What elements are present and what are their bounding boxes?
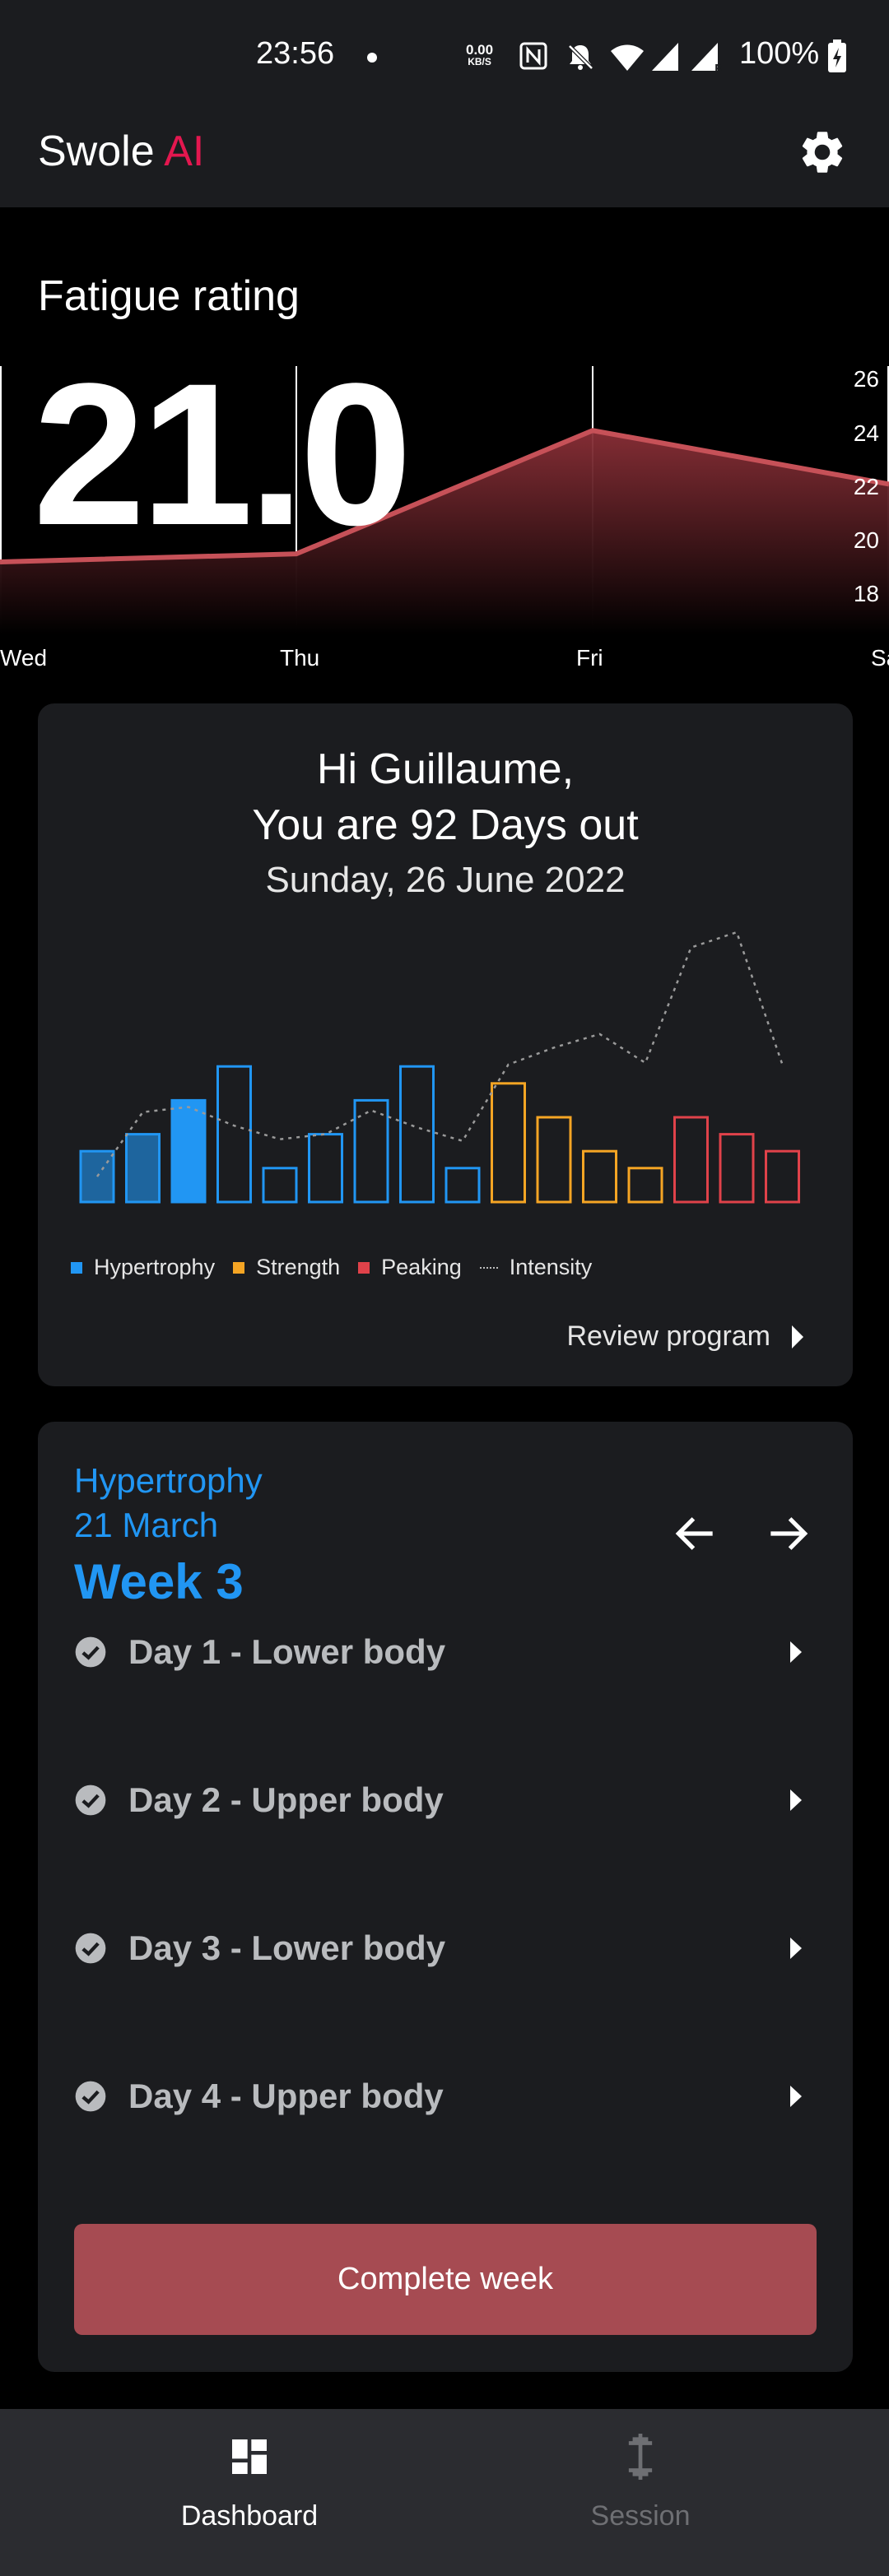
complete-week-button[interactable]: Complete week (74, 2224, 817, 2335)
program-bar-hypertrophy (262, 1167, 298, 1204)
chevron-right-icon (790, 1641, 802, 1663)
check-circle-icon (75, 1636, 106, 1668)
program-bar-hypertrophy (399, 1065, 435, 1204)
days-out-line: You are 92 Days out (252, 801, 639, 849)
fatigue-ytick: 26 (853, 366, 879, 392)
program-bar-hypertrophy (79, 1149, 115, 1204)
program-bar-peaking (719, 1133, 755, 1204)
status-bar: 23:56 0.00 KB/S R 100% (0, 0, 889, 95)
day-row-3[interactable]: Day 3 - Lower body (74, 1911, 815, 1985)
dashboard-icon (232, 2439, 267, 2474)
network-speed: 0.00 KB/S (466, 43, 493, 67)
week-start-date: 21 March (74, 1506, 219, 1544)
day-row-1[interactable]: Day 1 - Lower body (74, 1615, 815, 1689)
program-bar-strength (491, 1082, 526, 1204)
notification-dot-icon (367, 53, 377, 63)
arrow-right-icon[interactable] (762, 1508, 813, 1559)
network-speed-unit: KB/S (468, 56, 491, 67)
legend-peaking: Peaking (358, 1255, 462, 1280)
day-row-4[interactable]: Day 4 - Upper body (74, 2059, 815, 2133)
program-bar-peaking (673, 1116, 709, 1204)
check-circle-icon (75, 2081, 106, 2112)
fatigue-value: 21.0 (33, 341, 412, 568)
program-bar-hypertrophy (308, 1133, 343, 1204)
chevron-right-icon (792, 1325, 803, 1348)
signal-roaming-icon: R (691, 43, 723, 74)
bottom-navigation: Dashboard Session (0, 2409, 889, 2576)
bell-off-icon (568, 44, 593, 70)
fatigue-ytick: 22 (853, 473, 879, 499)
dumbbell-icon (628, 2433, 653, 2481)
wifi-icon (611, 44, 644, 71)
day-label: Day 1 - Lower body (128, 1632, 446, 1671)
app-title: Swole AI (38, 127, 204, 176)
legend-strength: Strength (233, 1255, 340, 1280)
arrow-left-icon[interactable] (670, 1508, 721, 1559)
fatigue-xtick: Thu (280, 645, 320, 671)
chevron-right-icon (790, 1789, 802, 1811)
network-speed-value: 0.00 (466, 42, 494, 58)
app-bar: Swole AI (0, 95, 889, 207)
battery-percent: 100% (739, 36, 820, 71)
svg-text:R: R (714, 63, 723, 74)
fatigue-title: Fatigue rating (38, 272, 300, 320)
program-card: Hi Guillaume, You are 92 Days out Sunday… (38, 703, 853, 1386)
program-bar-strength (627, 1167, 663, 1204)
program-bar-hypertrophy (125, 1133, 161, 1204)
review-program-button[interactable]: Review program (566, 1320, 803, 1353)
program-bar-peaking (765, 1149, 800, 1204)
tab-dashboard-label: Dashboard (180, 2500, 319, 2532)
program-bar-chart (79, 931, 800, 1204)
fatigue-xtick: Wed (0, 645, 48, 671)
week-title: Week 3 (74, 1554, 244, 1609)
program-bar-hypertrophy (170, 1098, 207, 1204)
legend-hypertrophy: Hypertrophy (71, 1255, 215, 1280)
status-time: 23:56 (256, 36, 335, 71)
current-date: Sunday, 26 June 2022 (265, 860, 626, 900)
fatigue-ytick: 18 (853, 581, 879, 607)
tab-dashboard[interactable]: Dashboard (101, 2434, 398, 2532)
program-bar-strength (536, 1116, 572, 1204)
legend-intensity: Intensity (479, 1255, 592, 1280)
review-program-label: Review program (566, 1320, 770, 1352)
phase-name: Hypertrophy (74, 1461, 263, 1500)
tab-session[interactable]: Session (492, 2433, 789, 2532)
signal-icon (652, 43, 678, 71)
day-label: Day 4 - Upper body (128, 2077, 444, 2115)
day-label: Day 3 - Lower body (128, 1929, 446, 1967)
nfc-icon (519, 42, 547, 70)
program-bar-strength (582, 1149, 617, 1204)
app-title-accent: AI (164, 128, 205, 175)
battery-charging-icon (828, 39, 846, 72)
check-circle-icon (75, 1933, 106, 1964)
program-bar-hypertrophy (216, 1065, 252, 1204)
tab-session-label: Session (590, 2500, 691, 2532)
fatigue-xtick: Fri (576, 645, 603, 671)
app-title-main: Swole (38, 128, 155, 175)
chart-legend: Hypertrophy Strength Peaking Intensity (71, 1255, 610, 1280)
chevron-right-icon (790, 1938, 802, 1959)
fatigue-ytick: 20 (853, 527, 879, 553)
chevron-right-icon (790, 2086, 802, 2107)
fatigue-ytick: 24 (853, 420, 879, 446)
settings-gear-icon[interactable] (797, 127, 848, 178)
check-circle-icon (75, 1785, 106, 1816)
day-row-2[interactable]: Day 2 - Upper body (74, 1763, 815, 1837)
day-label: Day 2 - Upper body (128, 1780, 444, 1819)
week-card: Hypertrophy 21 March Week 3 Day 1 - Lowe… (38, 1422, 853, 2372)
greeting-line: Hi Guillaume, (316, 745, 575, 793)
fatigue-xtick: Sat (871, 645, 889, 671)
program-bar-hypertrophy (444, 1167, 481, 1204)
